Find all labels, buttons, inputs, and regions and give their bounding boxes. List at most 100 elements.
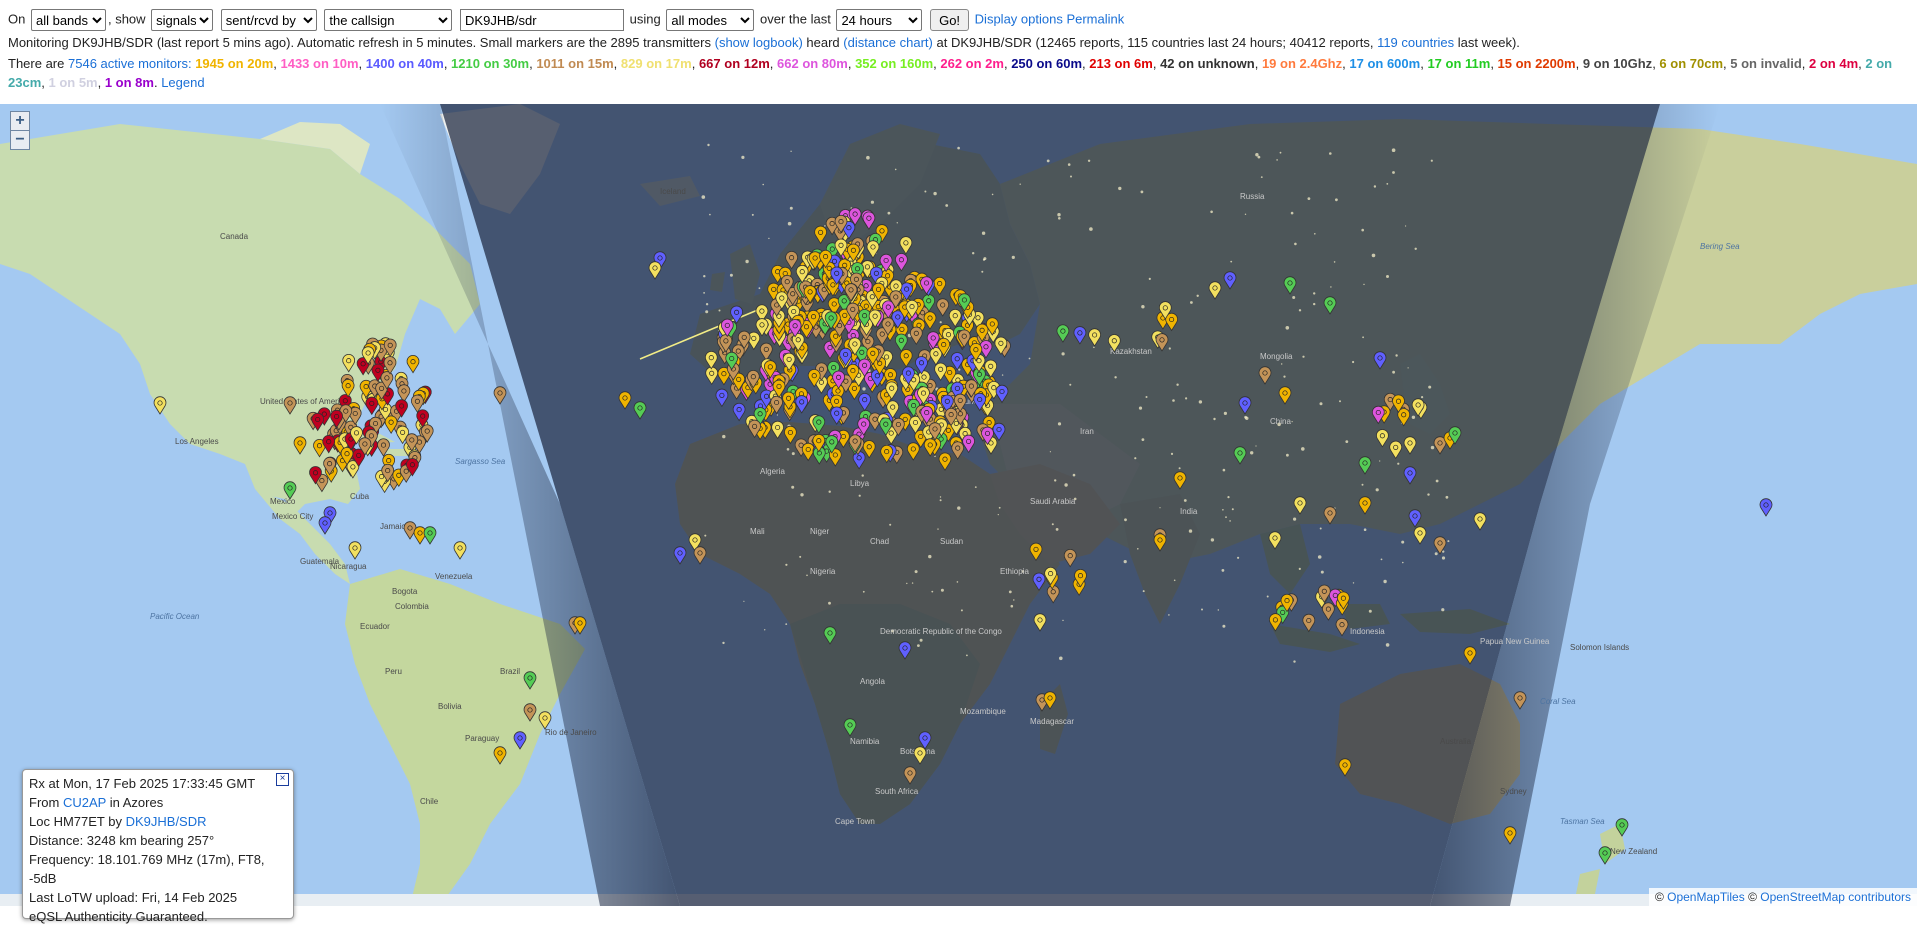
- city-light: [1196, 294, 1199, 297]
- city-light: [858, 494, 861, 497]
- legend-link[interactable]: Legend: [161, 75, 204, 90]
- city-light: [1386, 275, 1389, 278]
- city-light: [1294, 242, 1297, 246]
- city-light: [991, 193, 994, 196]
- city-light: [1028, 357, 1031, 360]
- receiver-callsign-link[interactable]: DK9JHB/SDR: [126, 814, 207, 829]
- distance-chart-link[interactable]: (distance chart): [843, 35, 933, 50]
- zoom-in-button[interactable]: +: [10, 111, 30, 131]
- band-separator: ,: [769, 56, 778, 71]
- go-button[interactable]: Go!: [930, 9, 970, 31]
- show-logbook-link[interactable]: (show logbook): [715, 35, 803, 50]
- openmaptiles-link[interactable]: OpenMapTiles: [1667, 890, 1745, 904]
- station-marker[interactable]: [453, 541, 467, 560]
- period-select[interactable]: 24 hours: [836, 9, 923, 31]
- popup-frequency: Frequency: 18.101.769 MHz (17m), FT8, -5…: [29, 852, 265, 886]
- city-light: [1307, 197, 1311, 200]
- countries-link[interactable]: 119 countries: [1377, 35, 1454, 50]
- band-count: 1 on 5m: [48, 75, 98, 90]
- city-light: [906, 582, 908, 585]
- city-light: [1198, 400, 1203, 404]
- modes-select[interactable]: all modes: [666, 9, 755, 31]
- city-light: [1320, 570, 1324, 574]
- band-separator: ,: [358, 56, 366, 71]
- station-marker[interactable]: [406, 355, 420, 374]
- popup-from-location: in Azores: [109, 795, 164, 810]
- osm-link[interactable]: OpenStreetMap contributors: [1760, 890, 1911, 904]
- from-callsign-link[interactable]: CU2AP: [63, 795, 106, 810]
- city-light: [1217, 609, 1220, 611]
- map-label-brazil: Brazil: [500, 667, 520, 676]
- city-light: [1363, 528, 1367, 531]
- city-light: [1172, 399, 1175, 402]
- city-light: [960, 609, 963, 612]
- map-label-south-africa: South Africa: [875, 787, 919, 796]
- station-marker[interactable]: [348, 541, 362, 560]
- station-marker[interactable]: [397, 384, 411, 403]
- station-marker[interactable]: [318, 516, 332, 535]
- city-light: [1352, 360, 1355, 364]
- display-options-link[interactable]: Display options: [975, 11, 1063, 26]
- city-light: [1049, 451, 1051, 453]
- city-light: [1397, 462, 1400, 465]
- city-light: [870, 200, 875, 204]
- direction-select[interactable]: sent/rcvd by: [220, 9, 317, 31]
- city-light: [751, 213, 754, 216]
- city-light: [1260, 176, 1263, 178]
- map-label-russia: Russia: [1240, 192, 1265, 201]
- city-light: [1201, 608, 1203, 611]
- permalink-link[interactable]: Permalink: [1066, 11, 1124, 26]
- city-light: [1276, 159, 1278, 161]
- city-light: [1013, 599, 1015, 601]
- station-marker[interactable]: [1598, 846, 1612, 865]
- city-light: [1142, 590, 1145, 593]
- station-marker[interactable]: [423, 526, 437, 545]
- city-light: [709, 213, 711, 216]
- city-light: [743, 600, 745, 602]
- map-label-mozambique: Mozambique: [960, 707, 1006, 716]
- signals-select[interactable]: signals: [151, 9, 214, 31]
- city-light: [785, 623, 788, 625]
- map-attribution: © OpenMapTiles © OpenStreetMap contribut…: [1648, 888, 1917, 906]
- city-light: [1430, 159, 1433, 162]
- callsign-input[interactable]: [460, 9, 625, 31]
- station-marker[interactable]: [365, 396, 379, 416]
- bands-select[interactable]: all bands: [30, 9, 106, 31]
- city-light: [1138, 406, 1143, 410]
- city-light: [957, 506, 961, 510]
- city-light: [1229, 520, 1231, 522]
- band-count: 17 on 11m: [1427, 56, 1491, 71]
- active-monitors-link[interactable]: 7546 active monitors:: [68, 56, 192, 71]
- city-light: [1093, 346, 1095, 349]
- popup-loc: Loc HM77ET by DK9JHB/SDR: [29, 812, 287, 831]
- city-light: [1266, 595, 1269, 598]
- city-light: [800, 493, 804, 497]
- map-label-los-angeles: Los Angeles: [175, 437, 219, 446]
- band-count: 262 on 2m: [940, 56, 1004, 71]
- city-light: [704, 534, 707, 537]
- city-light: [1231, 508, 1234, 511]
- city-light: [1291, 421, 1293, 423]
- zoom-out-button[interactable]: −: [10, 130, 30, 150]
- city-light: [1335, 198, 1338, 202]
- city-light: [1290, 211, 1294, 215]
- city-light: [945, 204, 949, 207]
- city-light: [718, 309, 721, 312]
- city-light: [1054, 479, 1057, 482]
- band-separator: ,: [97, 75, 105, 90]
- map-label-paraguay: Paraguay: [465, 734, 499, 743]
- map-label-india: India: [1180, 507, 1198, 516]
- city-light: [1001, 374, 1004, 376]
- city-light: [982, 258, 986, 261]
- callsign-mode-select[interactable]: the callsign: [324, 9, 453, 31]
- city-light: [911, 582, 914, 584]
- close-icon[interactable]: ×: [276, 773, 289, 786]
- city-light: [974, 486, 977, 488]
- station-marker[interactable]: [1759, 498, 1773, 517]
- city-light: [1391, 148, 1396, 152]
- city-light: [1435, 479, 1439, 483]
- city-light: [1190, 301, 1193, 304]
- city-light: [1286, 453, 1289, 457]
- city-light: [722, 434, 726, 439]
- city-light: [1145, 396, 1148, 398]
